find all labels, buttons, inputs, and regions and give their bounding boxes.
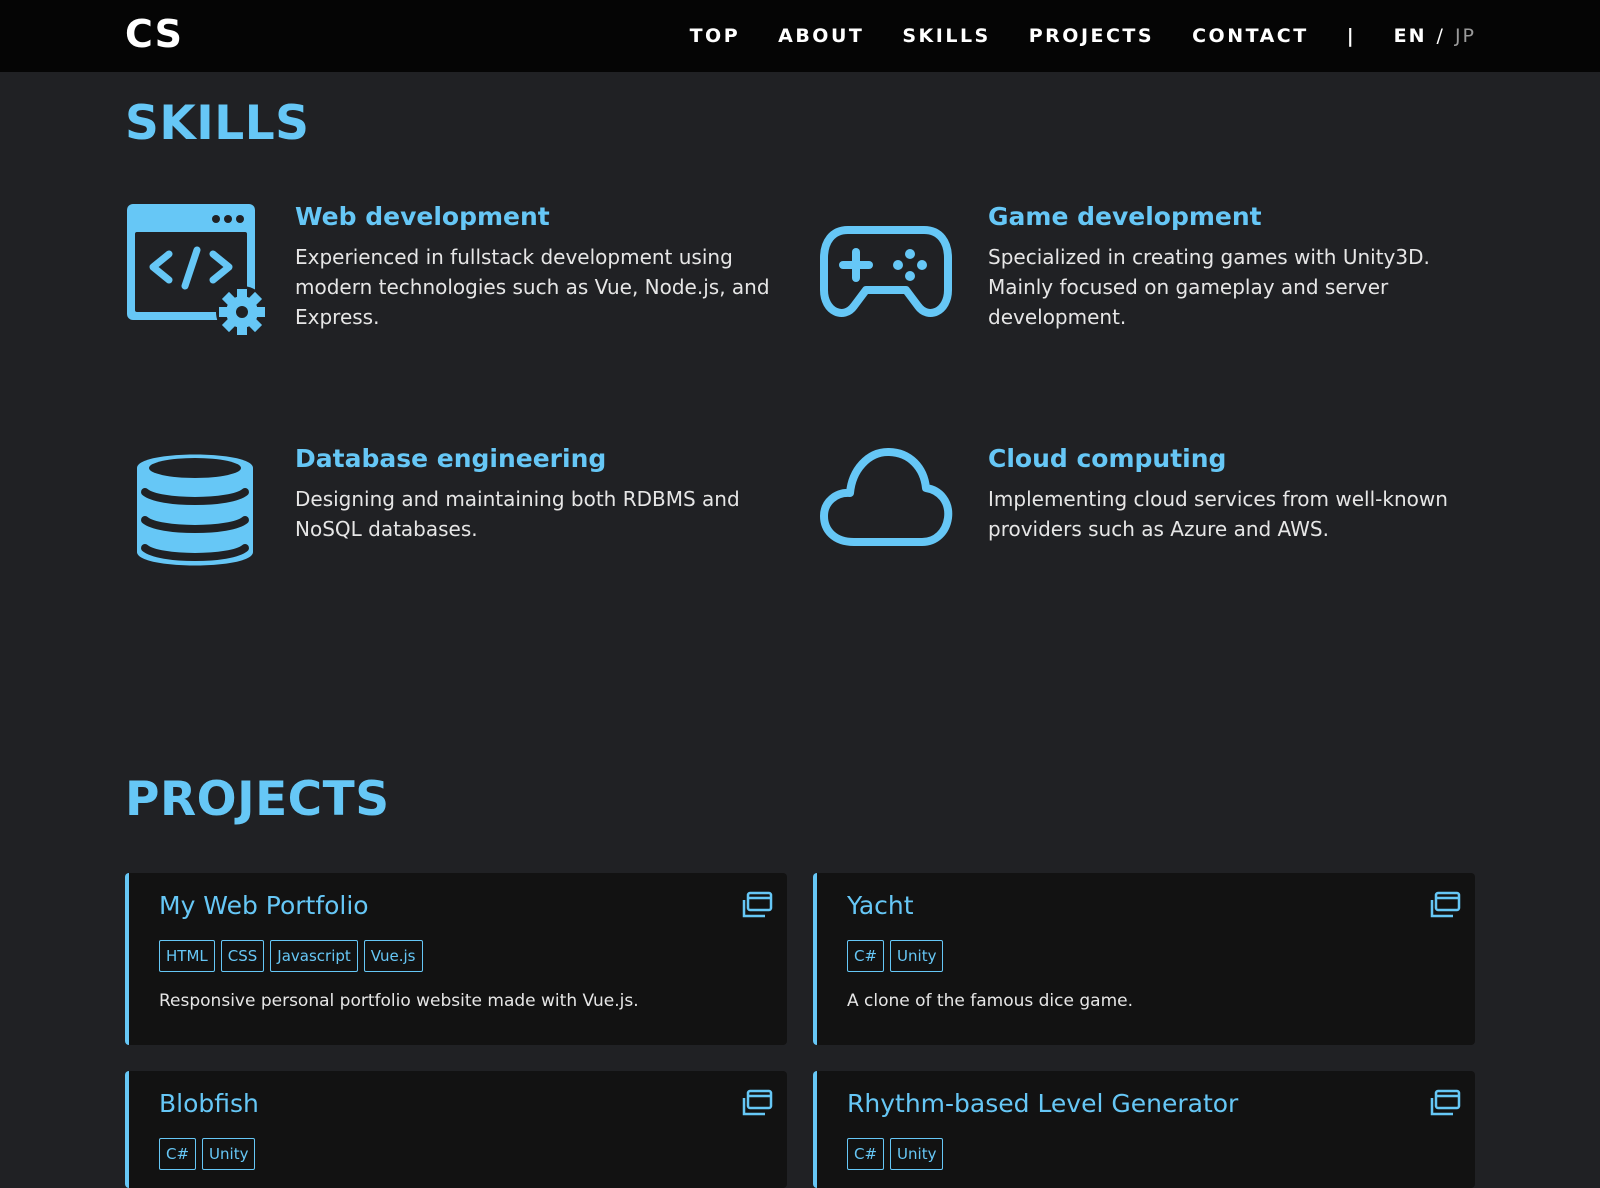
skills-heading: SKILLS (125, 96, 310, 151)
nav-link-projects[interactable]: PROJECTS (1029, 25, 1154, 47)
project-title[interactable]: Blobfish (159, 1089, 259, 1118)
skill-description: Implementing cloud services from well-kn… (988, 487, 1448, 541)
database-icon (125, 444, 270, 584)
skill-item-database: Database engineering Designing and maint… (125, 444, 785, 604)
nav-link-top[interactable]: TOP (690, 25, 741, 47)
nav-separator: | (1346, 25, 1354, 47)
open-in-new-window-icon[interactable] (1427, 1089, 1461, 1119)
open-in-new-window-icon[interactable] (739, 891, 773, 921)
skill-description: Experienced in fullstack development usi… (295, 245, 770, 329)
skill-name: Database engineering (295, 444, 607, 473)
open-in-new-window-icon[interactable] (739, 1089, 773, 1119)
navbar: CS TOP ABOUT SKILLS PROJECTS CONTACT | E… (0, 0, 1600, 72)
skill-item-game: Game development Specialized in creating… (818, 202, 1478, 362)
project-title[interactable]: Yacht (847, 891, 914, 920)
skill-description: Designing and maintaining both RDBMS and… (295, 487, 740, 541)
project-description: Responsive personal portfolio website ma… (159, 991, 639, 1011)
tag-badge: Javascript (270, 940, 358, 972)
project-tags: HTML CSS Javascript Vue.js (159, 940, 429, 972)
project-card-portfolio[interactable]: My Web Portfolio HTML CSS Javascript Vue… (125, 873, 787, 1045)
tag-badge: Unity (890, 940, 944, 972)
lang-jp-button[interactable]: JP (1455, 25, 1476, 47)
tag-badge: CSS (220, 940, 265, 972)
projects-heading: PROJECTS (125, 772, 390, 827)
lang-en-button[interactable]: EN (1394, 25, 1427, 47)
language-switcher: EN / JP (1394, 25, 1476, 47)
nav-link-about[interactable]: ABOUT (778, 25, 864, 47)
lang-slash: / (1436, 25, 1445, 47)
skill-description: Specialized in creating games with Unity… (988, 245, 1430, 329)
skill-item-web: Web development Experienced in fullstack… (125, 202, 785, 362)
tag-badge: Vue.js (363, 940, 423, 972)
tag-badge: HTML (159, 940, 215, 972)
tag-badge: C# (159, 1138, 197, 1170)
project-title[interactable]: My Web Portfolio (159, 891, 369, 920)
open-in-new-window-icon[interactable] (1427, 891, 1461, 921)
tag-badge: C# (847, 940, 885, 972)
nav-link-contact[interactable]: CONTACT (1192, 25, 1309, 47)
nav-link-skills[interactable]: SKILLS (902, 25, 990, 47)
nav-menu: TOP ABOUT SKILLS PROJECTS CONTACT | EN /… (690, 0, 1476, 72)
project-tags: C# Unity (847, 1138, 949, 1170)
project-tags: C# Unity (159, 1138, 261, 1170)
tag-badge: Unity (890, 1138, 944, 1170)
project-tags: C# Unity (847, 940, 949, 972)
project-card-rhythm-generator[interactable]: Rhythm-based Level Generator C# Unity (813, 1071, 1475, 1188)
project-description: A clone of the famous dice game. (847, 991, 1133, 1011)
cloud-icon (818, 444, 963, 584)
tag-badge: C# (847, 1138, 885, 1170)
gamepad-icon (818, 202, 963, 342)
project-title[interactable]: Rhythm-based Level Generator (847, 1089, 1238, 1118)
project-card-blobfish[interactable]: Blobfish C# Unity (125, 1071, 787, 1188)
project-card-yacht[interactable]: Yacht C# Unity A clone of the famous dic… (813, 873, 1475, 1045)
skill-item-cloud: Cloud computing Implementing cloud servi… (818, 444, 1478, 604)
code-window-gear-icon (125, 202, 270, 342)
skill-name: Game development (988, 202, 1262, 231)
skill-name: Cloud computing (988, 444, 1227, 473)
tag-badge: Unity (202, 1138, 256, 1170)
site-logo[interactable]: CS (125, 12, 183, 56)
skill-name: Web development (295, 202, 550, 231)
